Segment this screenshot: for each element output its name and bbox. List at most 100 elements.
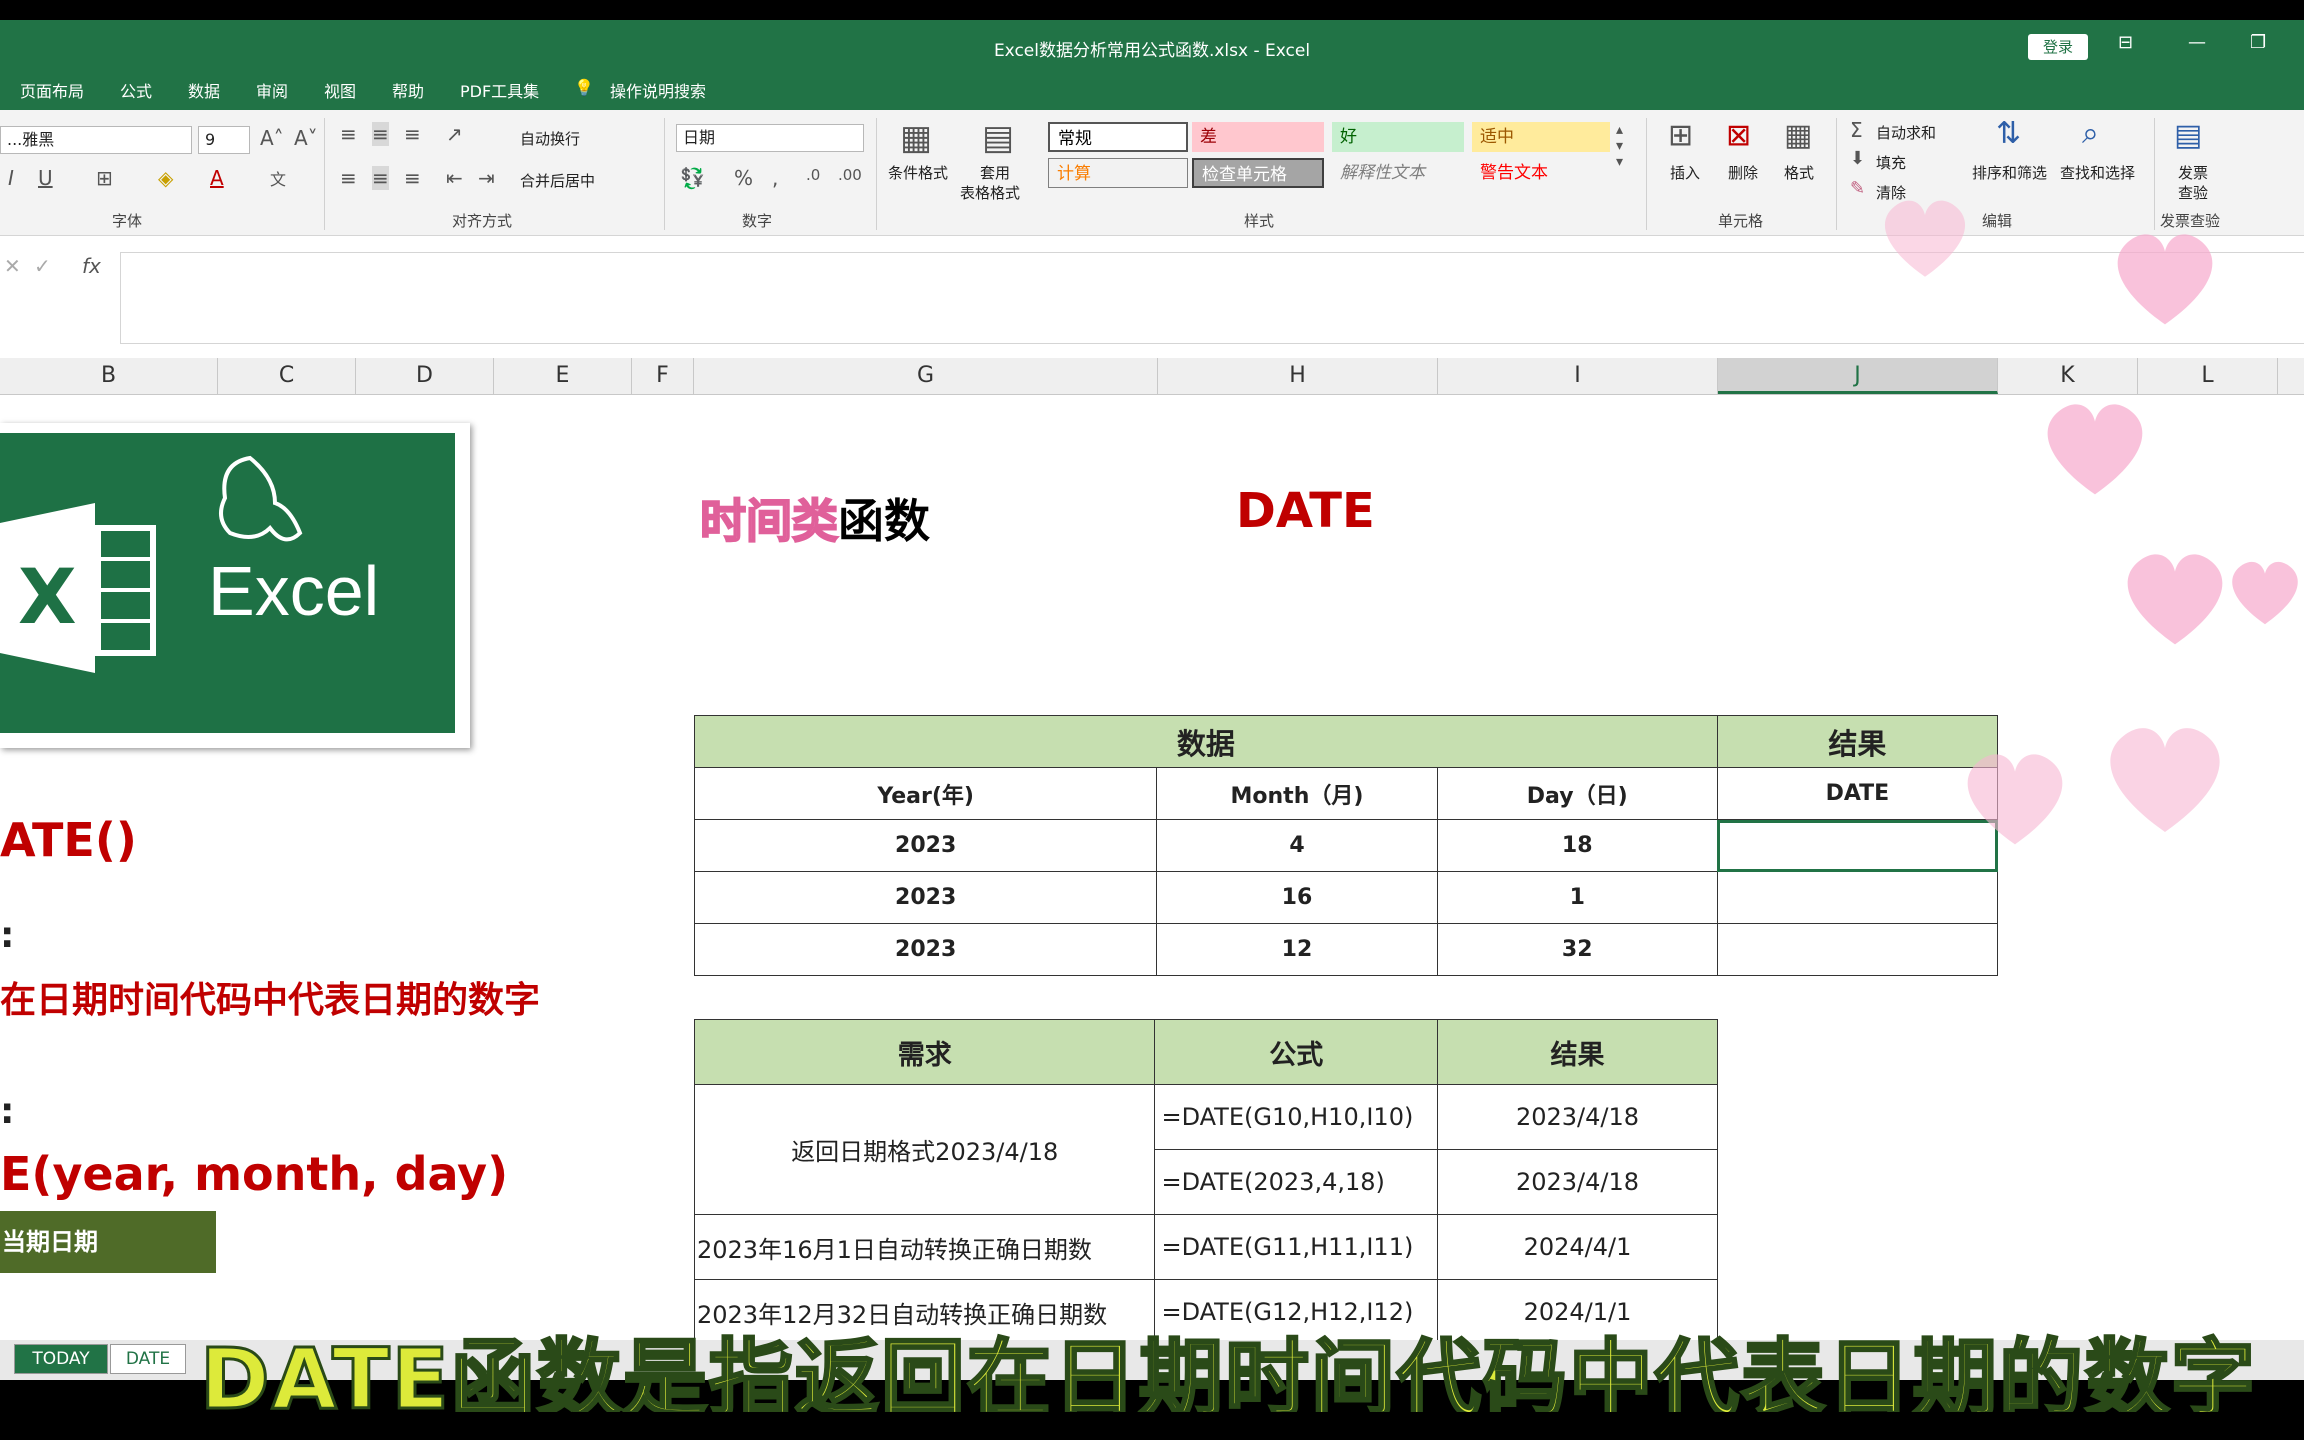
fx-icon[interactable]: fx bbox=[82, 254, 101, 278]
menu-page-layout[interactable]: 页面布局 bbox=[20, 78, 84, 102]
font-color-icon[interactable]: A bbox=[210, 166, 224, 190]
cell[interactable]: 1 bbox=[1436, 871, 1718, 924]
increase-decimal-icon[interactable]: .0 bbox=[806, 166, 820, 184]
border-icon[interactable]: ⊞ bbox=[96, 166, 113, 190]
tell-me-search[interactable]: 操作说明搜索 bbox=[610, 78, 706, 102]
style-good[interactable]: 好 bbox=[1332, 122, 1464, 152]
percent-icon[interactable]: % bbox=[734, 166, 753, 190]
underline-icon[interactable]: U bbox=[38, 166, 53, 190]
font-size-select[interactable]: 9 bbox=[198, 126, 250, 154]
result-cell[interactable]: 2024/4/1 bbox=[1437, 1214, 1718, 1280]
style-warning[interactable]: 警告文本 bbox=[1472, 158, 1610, 188]
menu-review[interactable]: 审阅 bbox=[256, 78, 288, 102]
current-date-button[interactable]: 当期日期 bbox=[0, 1211, 216, 1273]
align-top-icon[interactable]: ≡ bbox=[340, 122, 357, 146]
style-normal[interactable]: 常规 bbox=[1048, 122, 1188, 152]
align-middle-icon[interactable]: ≡ bbox=[372, 122, 389, 146]
format-button[interactable]: 格式 bbox=[1784, 162, 1814, 183]
menu-help[interactable]: 帮助 bbox=[392, 78, 424, 102]
style-calculation[interactable]: 计算 bbox=[1048, 158, 1188, 188]
delete-icon[interactable]: ⊠ bbox=[1726, 118, 1751, 153]
col-header-j[interactable]: J bbox=[1718, 358, 1998, 394]
fill-color-icon[interactable]: ◈ bbox=[158, 166, 173, 190]
decrease-indent-icon[interactable]: ⇤ bbox=[446, 166, 463, 190]
invoice-button-1[interactable]: 发票 bbox=[2178, 162, 2208, 183]
cell[interactable]: 16 bbox=[1156, 871, 1438, 924]
find-select-button[interactable]: 查找和选择 bbox=[2060, 162, 2135, 183]
col-header-f[interactable]: F bbox=[632, 358, 694, 394]
cell[interactable]: 12 bbox=[1156, 923, 1438, 976]
sort-filter-icon[interactable]: ⇅ bbox=[1996, 116, 2021, 151]
orientation-icon[interactable]: ↗ bbox=[446, 122, 463, 146]
merge-center-button[interactable]: 合并后居中 bbox=[520, 170, 595, 191]
menu-data[interactable]: 数据 bbox=[188, 78, 220, 102]
increase-font-icon[interactable]: A˄ bbox=[260, 126, 284, 150]
eraser-icon[interactable]: ✎ bbox=[1850, 178, 1865, 199]
search-icon[interactable]: ⌕ bbox=[2082, 116, 2099, 151]
col-header-g[interactable]: G bbox=[694, 358, 1158, 394]
align-bottom-icon[interactable]: ≡ bbox=[404, 122, 421, 146]
cell[interactable]: 2023 bbox=[693, 819, 1158, 872]
accounting-icon[interactable]: 💱 bbox=[680, 166, 705, 190]
result-cell[interactable]: 2023/4/18 bbox=[1437, 1084, 1718, 1150]
style-bad[interactable]: 差 bbox=[1192, 122, 1324, 152]
delete-button[interactable]: 删除 bbox=[1728, 162, 1758, 183]
style-explanatory[interactable]: 解释性文本 bbox=[1332, 158, 1464, 188]
align-right-icon[interactable]: ≡ bbox=[404, 166, 421, 190]
formula-cell[interactable]: =DATE(G11,H11,I11) bbox=[1154, 1214, 1438, 1280]
cell[interactable] bbox=[1716, 871, 1999, 924]
req-cell[interactable]: 2023年16月1日自动转换正确日期数 bbox=[693, 1214, 1156, 1280]
table-format-label-2[interactable]: 表格格式 bbox=[960, 182, 1020, 203]
col-header-h[interactable]: H bbox=[1158, 358, 1438, 394]
col-header-b[interactable]: B bbox=[0, 358, 218, 394]
decrease-decimal-icon[interactable]: .00 bbox=[838, 166, 862, 184]
ribbon-display-icon[interactable]: ⊟ bbox=[2118, 32, 2133, 53]
col-header-e[interactable]: E bbox=[494, 358, 632, 394]
align-center-icon[interactable]: ≡ bbox=[372, 166, 389, 190]
login-button[interactable]: 登录 bbox=[2028, 34, 2088, 60]
col-header-c[interactable]: C bbox=[218, 358, 356, 394]
restore-icon[interactable]: ❐ bbox=[2250, 32, 2266, 53]
cell[interactable]: 32 bbox=[1436, 923, 1718, 976]
menu-formulas[interactable]: 公式 bbox=[120, 78, 152, 102]
conditional-format-button[interactable]: 条件格式 bbox=[888, 162, 948, 183]
cell[interactable] bbox=[1716, 923, 1999, 976]
decrease-font-icon[interactable]: A˅ bbox=[294, 126, 318, 150]
style-neutral[interactable]: 适中 bbox=[1472, 122, 1610, 152]
menu-pdf-tools[interactable]: PDF工具集 bbox=[460, 78, 539, 102]
req-cell[interactable]: 返回日期格式2023/4/18 bbox=[693, 1084, 1156, 1215]
wrap-text-button[interactable]: 自动换行 bbox=[520, 128, 580, 149]
formula-cell[interactable]: =DATE(G10,H10,I10) bbox=[1154, 1084, 1438, 1150]
cell[interactable]: 4 bbox=[1156, 819, 1438, 872]
result-cell[interactable]: 2023/4/18 bbox=[1437, 1149, 1718, 1215]
style-check-cell[interactable]: 检查单元格 bbox=[1192, 158, 1324, 188]
italic-icon[interactable]: I bbox=[8, 166, 14, 190]
table-format-icon[interactable]: ▤ bbox=[982, 118, 1014, 158]
phonetic-icon[interactable]: 文 bbox=[270, 166, 286, 190]
align-left-icon[interactable]: ≡ bbox=[340, 166, 357, 190]
fill-icon[interactable]: ⬇ bbox=[1850, 148, 1865, 169]
cell[interactable]: 18 bbox=[1436, 819, 1718, 872]
invoice-icon[interactable]: ▤ bbox=[2174, 118, 2202, 153]
table-format-label-1[interactable]: 套用 bbox=[980, 162, 1010, 183]
format-icon[interactable]: ▦ bbox=[1784, 118, 1812, 153]
menu-view[interactable]: 视图 bbox=[324, 78, 356, 102]
insert-icon[interactable]: ⊞ bbox=[1668, 118, 1693, 153]
sort-filter-button[interactable]: 排序和筛选 bbox=[1972, 162, 2047, 183]
col-header-i[interactable]: I bbox=[1438, 358, 1718, 394]
tab-date[interactable]: DATE bbox=[110, 1344, 186, 1374]
font-name-select[interactable]: ...雅黑 bbox=[0, 126, 192, 154]
styles-scroll-icon[interactable]: ▴ ▾ ▾ bbox=[1616, 122, 1623, 170]
confirm-icon[interactable]: ✓ bbox=[34, 254, 51, 278]
sigma-icon[interactable]: Σ bbox=[1850, 118, 1863, 142]
comma-icon[interactable]: , bbox=[772, 166, 778, 190]
autosum-button[interactable]: 自动求和 bbox=[1876, 122, 1936, 143]
invoice-button-2[interactable]: 查验 bbox=[2178, 182, 2208, 203]
increase-indent-icon[interactable]: ⇥ bbox=[478, 166, 495, 190]
col-header-d[interactable]: D bbox=[356, 358, 494, 394]
cancel-icon[interactable]: ✕ bbox=[4, 254, 21, 278]
cell[interactable]: 2023 bbox=[693, 871, 1158, 924]
cell[interactable]: 2023 bbox=[693, 923, 1158, 976]
conditional-format-icon[interactable]: ▦ bbox=[900, 118, 932, 158]
insert-button[interactable]: 插入 bbox=[1670, 162, 1700, 183]
